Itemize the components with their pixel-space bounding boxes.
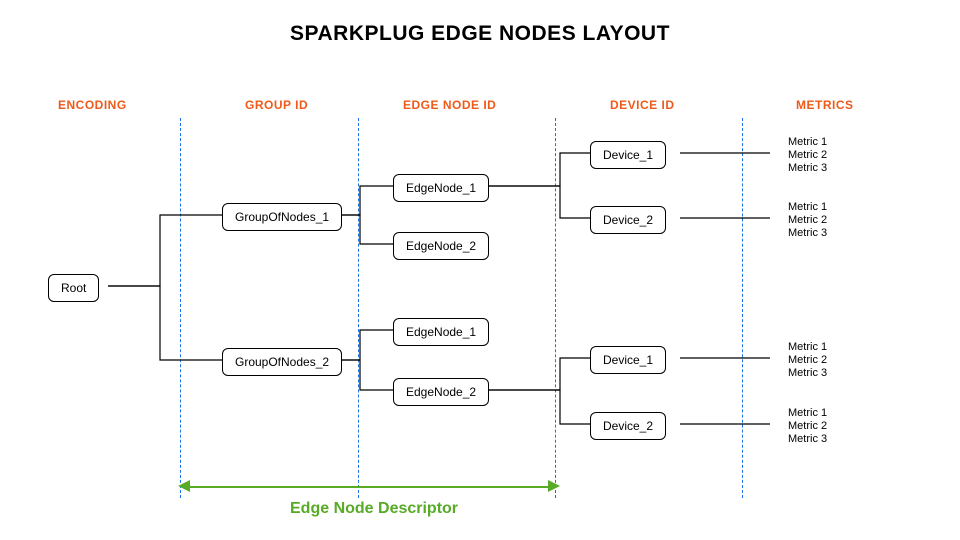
metric-item: Metric 1 [788,341,827,354]
metrics-list: Metric 1 Metric 2 Metric 3 [788,201,827,240]
metric-item: Metric 3 [788,367,827,380]
metric-item: Metric 1 [788,201,827,214]
node-device-g2e2-2: Device_2 [590,412,666,440]
diagram-title: SPARKPLUG EDGE NODES LAYOUT [0,22,960,46]
column-divider [742,118,743,498]
column-divider [555,118,556,498]
node-group-1: GroupOfNodes_1 [222,203,342,231]
node-device-g2e2-1: Device_1 [590,346,666,374]
diagram-canvas: SPARKPLUG EDGE NODES LAYOUT ENCODING GRO… [0,0,960,540]
col-header-metrics: METRICS [796,98,854,112]
descriptor-arrow-head-right [548,480,560,492]
metric-item: Metric 3 [788,433,827,446]
metric-item: Metric 3 [788,162,827,175]
column-divider [180,118,181,498]
metric-item: Metric 2 [788,420,827,433]
descriptor-arrow-head-left [178,480,190,492]
metric-item: Metric 1 [788,136,827,149]
connector-lines [0,0,960,540]
metric-item: Metric 1 [788,407,827,420]
col-header-group-id: GROUP ID [245,98,308,112]
node-edge-g1-2: EdgeNode_2 [393,232,489,260]
metric-item: Metric 3 [788,227,827,240]
col-header-device-id: DEVICE ID [610,98,675,112]
node-group-2: GroupOfNodes_2 [222,348,342,376]
column-divider [358,118,359,498]
node-edge-g2-1: EdgeNode_1 [393,318,489,346]
col-header-edgenode-id: EDGE NODE ID [403,98,496,112]
node-device-g1e1-1: Device_1 [590,141,666,169]
metrics-list: Metric 1 Metric 2 Metric 3 [788,136,827,175]
metric-item: Metric 2 [788,149,827,162]
node-root: Root [48,274,99,302]
node-edge-g2-2: EdgeNode_2 [393,378,489,406]
node-device-g1e1-2: Device_2 [590,206,666,234]
metric-item: Metric 2 [788,354,827,367]
metrics-list: Metric 1 Metric 2 Metric 3 [788,341,827,380]
metric-item: Metric 2 [788,214,827,227]
descriptor-arrow-line [188,486,550,488]
descriptor-label: Edge Node Descriptor [290,500,458,518]
metrics-list: Metric 1 Metric 2 Metric 3 [788,407,827,446]
node-edge-g1-1: EdgeNode_1 [393,174,489,202]
col-header-encoding: ENCODING [58,98,127,112]
